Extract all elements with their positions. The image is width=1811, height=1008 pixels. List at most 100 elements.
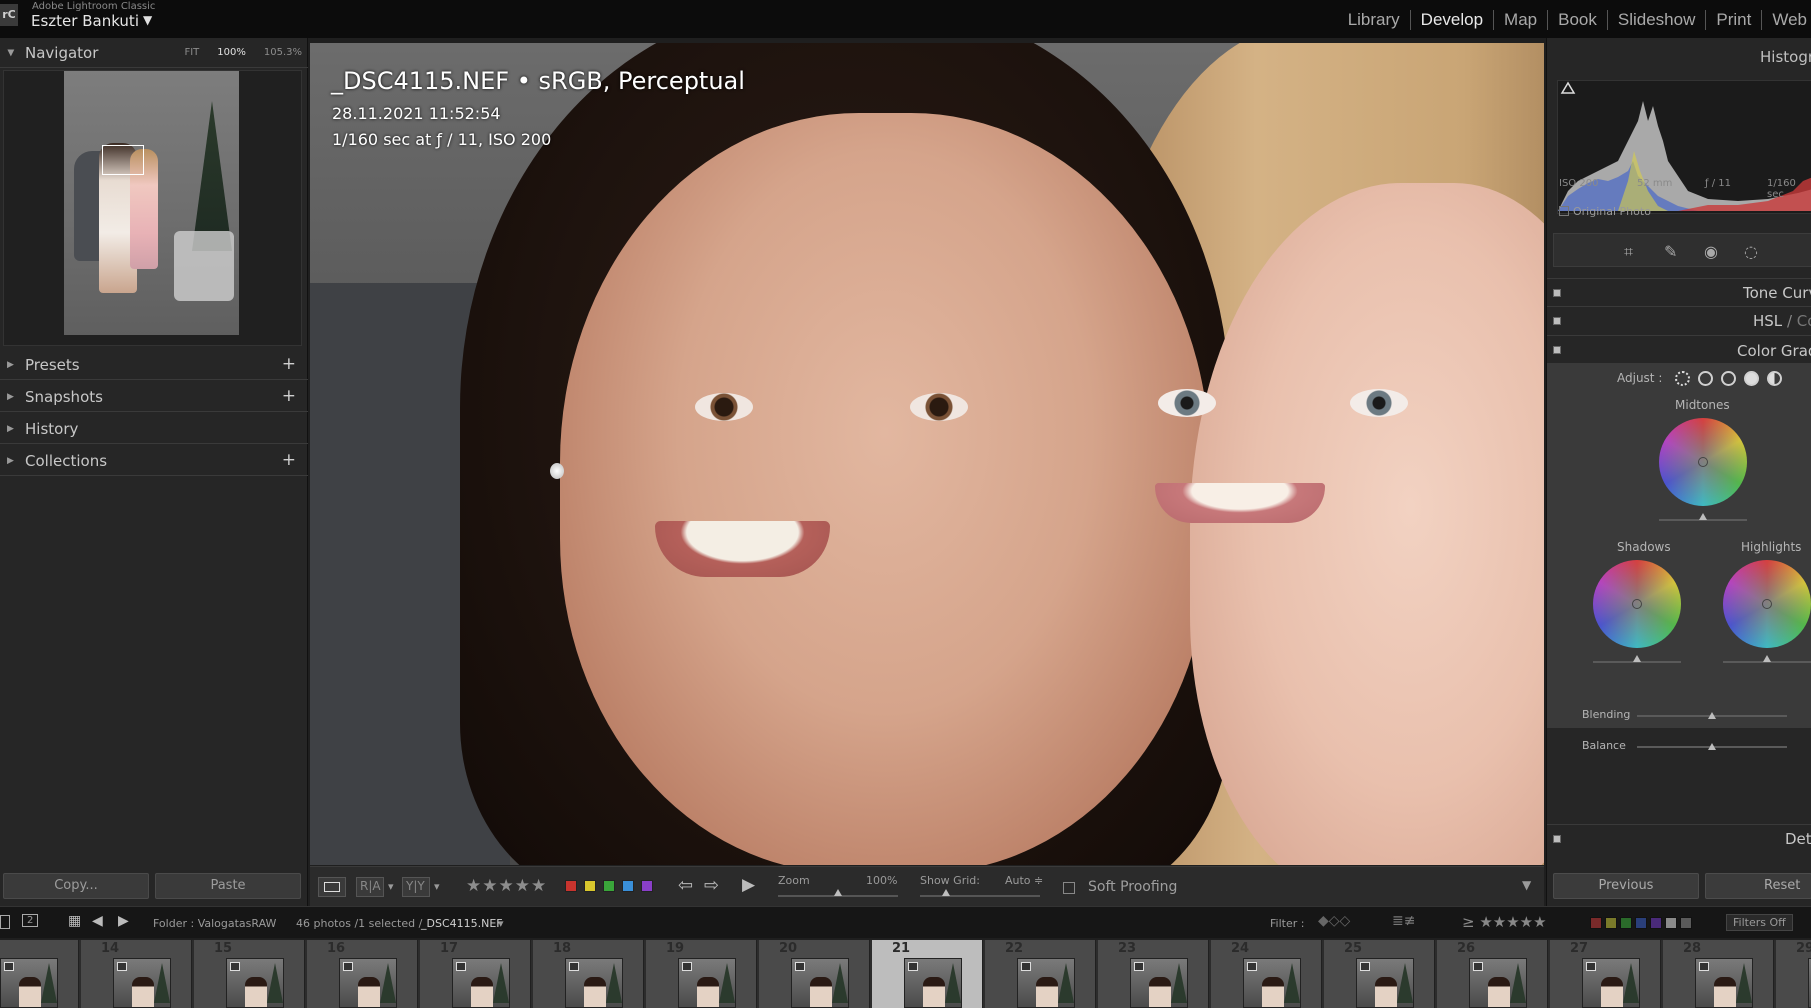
filmstrip-cell[interactable]: 20 [759,940,870,1008]
previous-button[interactable]: Previous [1553,873,1699,899]
highlights-luminance-knob[interactable] [1763,655,1771,662]
main-window-icon[interactable] [0,915,10,929]
filmstrip-thumbnail[interactable] [1582,958,1640,1008]
filmstrip-cell[interactable]: 14 [81,940,192,1008]
global-view-icon[interactable] [1767,371,1782,386]
filmstrip-cell[interactable]: 29 [1776,940,1811,1008]
filmstrip-thumbnail[interactable] [1243,958,1301,1008]
filmstrip-thumbnail[interactable] [0,958,58,1008]
histogram-header[interactable]: Histogram [1547,38,1811,70]
before-after-dropdown-icon[interactable]: ▾ [388,880,394,893]
add-snapshot-icon[interactable]: + [282,386,296,406]
loupe-view-button[interactable] [318,877,346,897]
color-filter-blue[interactable] [1635,917,1647,929]
color-label-red[interactable] [565,880,577,892]
navigator-preview[interactable] [3,70,302,346]
zoom-custom[interactable]: 105.3% [264,47,302,58]
filmstrip-cell[interactable]: 21 [872,940,983,1008]
color-filter-none[interactable] [1680,917,1692,929]
toolbar-menu-icon[interactable]: ▼ [1522,878,1531,892]
midtones-view-icon[interactable] [1721,371,1736,386]
add-collection-icon[interactable]: + [282,450,296,470]
grid-view-icon[interactable]: ▦ [68,913,81,929]
forward-icon[interactable]: ▶ [118,913,129,929]
zoom-fit[interactable]: FIT [184,47,199,58]
filmstrip-cell[interactable]: 16 [307,940,418,1008]
tone-curve-section[interactable]: Tone Curve [1547,278,1811,306]
color-label-green[interactable] [603,880,615,892]
highlights-view-icon[interactable] [1744,371,1759,386]
grid-slider-knob[interactable] [942,889,950,896]
mask-icon[interactable]: ◌ [1744,242,1758,261]
healing-icon[interactable]: ✎ [1664,242,1677,261]
filmstrip-thumbnail[interactable] [1017,958,1075,1008]
before-after-mode-dropdown-icon[interactable]: ▾ [434,880,440,893]
navigator-view-frame[interactable] [102,145,144,175]
second-window-button[interactable]: 2 [22,914,39,927]
midtones-wheel-handle[interactable] [1698,457,1708,467]
filename-dropdown-icon[interactable]: ▾ [498,917,504,930]
color-filter-yellow[interactable] [1605,917,1617,929]
history-header[interactable]: ▶ History [0,414,308,444]
balance-slider-knob[interactable] [1708,743,1716,750]
color-grading-toggle[interactable] [1553,346,1561,354]
module-library[interactable]: Library [1338,10,1411,30]
module-slideshow[interactable]: Slideshow [1608,10,1707,30]
navigator-expand-icon[interactable]: ▶ [5,50,15,57]
next-photo-icon[interactable]: ⇨ [704,875,719,896]
red-eye-icon[interactable]: ◉ [1704,242,1718,261]
three-way-view-icon[interactable] [1675,371,1690,386]
filmstrip-thumbnail[interactable] [678,958,736,1008]
filmstrip-thumbnail[interactable] [1695,958,1753,1008]
highlights-wheel-handle[interactable] [1762,599,1772,609]
snapshots-header[interactable]: ▶ Snapshots + [0,382,308,412]
zoom-slider[interactable] [778,889,898,897]
highlights-luminance-slider[interactable] [1723,655,1811,663]
filmstrip-cell[interactable]: 22 [985,940,1096,1008]
collections-header[interactable]: ▶ Collections + [0,446,308,476]
color-label-purple[interactable] [641,880,653,892]
filmstrip-thumbnail[interactable] [113,958,171,1008]
hsl-section[interactable]: HSL / Color [1547,306,1811,334]
identity-dropdown-icon[interactable]: ▼ [143,13,152,27]
histogram-clip-shadows-icon[interactable] [1560,81,1576,94]
hsl-toggle[interactable] [1553,317,1561,325]
tone-curve-toggle[interactable] [1553,289,1561,297]
add-preset-icon[interactable]: + [282,354,296,374]
highlights-color-wheel[interactable] [1723,560,1811,648]
shadows-luminance-slider[interactable] [1593,655,1681,663]
snapshots-expand-icon[interactable]: ▶ [7,392,14,402]
midtones-luminance-knob[interactable] [1699,513,1707,520]
detail-toggle[interactable] [1553,835,1561,843]
filmstrip-cell[interactable]: 26 [1437,940,1548,1008]
color-label-blue[interactable] [622,880,634,892]
filmstrip-thumbnail[interactable] [226,958,284,1008]
filmstrip-cell[interactable] [0,940,79,1008]
show-grid-value[interactable]: Auto ≑ [1005,874,1043,887]
color-label[interactable]: Color [1797,312,1811,330]
midtones-color-wheel[interactable] [1659,418,1747,506]
module-map[interactable]: Map [1494,10,1549,30]
filmstrip-cell[interactable]: 27 [1550,940,1661,1008]
filmstrip-cell[interactable]: 18 [533,940,644,1008]
filmstrip-thumbnail[interactable] [904,958,962,1008]
module-develop[interactable]: Develop [1411,10,1495,30]
copy-settings-button[interactable]: Copy... [3,873,149,899]
presets-expand-icon[interactable]: ▶ [7,360,14,370]
rating-filter[interactable]: ≥ ★★★★★ [1462,913,1547,931]
color-label-yellow[interactable] [584,880,596,892]
paste-settings-button[interactable]: Paste [155,873,301,899]
filmstrip-thumbnail[interactable] [1130,958,1188,1008]
navigator-header[interactable]: ▶ Navigator FIT 100% 105.3% [0,38,308,68]
shadows-luminance-knob[interactable] [1633,655,1641,662]
filmstrip-thumbnail[interactable] [565,958,623,1008]
filmstrip-cell[interactable]: 23 [1098,940,1209,1008]
zoom-100[interactable]: 100% [217,47,246,58]
play-slideshow-icon[interactable]: ▶ [742,875,755,895]
filmstrip-thumbnail[interactable] [452,958,510,1008]
module-web[interactable]: Web [1762,10,1811,30]
color-filter-green[interactable] [1620,917,1632,929]
shadows-view-icon[interactable] [1698,371,1713,386]
selected-filename[interactable]: _DSC4115.NEF [421,917,503,930]
hsl-label[interactable]: HSL [1753,312,1782,330]
